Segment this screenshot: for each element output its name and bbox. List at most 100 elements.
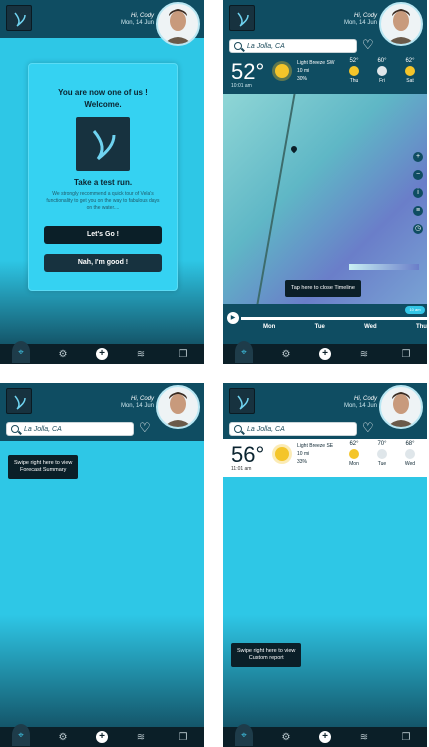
nav-wind[interactable]: ≋: [355, 345, 373, 363]
avatar[interactable]: [156, 2, 200, 46]
search-input[interactable]: La Jolla, CA: [229, 39, 357, 53]
nav-home[interactable]: ⌖: [12, 724, 30, 746]
timeline-track[interactable]: [241, 317, 427, 320]
nav-home[interactable]: ⌖: [235, 724, 253, 746]
visibility-text: 10 mi: [297, 451, 310, 457]
nav-wind[interactable]: ≋: [132, 345, 150, 363]
search-input[interactable]: La Jolla, CA: [229, 422, 357, 436]
forecast-day[interactable]: 62° Sat: [399, 58, 421, 84]
nav-reports[interactable]: ❐: [174, 728, 192, 746]
day-name: Sat: [406, 78, 414, 84]
person-icon: [164, 392, 192, 427]
vela-logo-icon: [237, 12, 249, 27]
current-time: 11:01 am: [231, 466, 252, 472]
location-pin-icon[interactable]: [289, 144, 299, 154]
avatar[interactable]: [379, 385, 423, 429]
top-bar: Hi, Cody Mon, 14 Jun La Jolla, CA ♡: [223, 383, 427, 441]
day-temp: 62°: [405, 58, 415, 64]
nav-reports[interactable]: ❐: [397, 728, 415, 746]
greeting: Hi, Cody: [353, 396, 377, 402]
nav-settings[interactable]: ⚙: [54, 728, 72, 746]
nav-wind[interactable]: ≋: [132, 728, 150, 746]
day-temp: 62°: [349, 441, 359, 447]
nav-home[interactable]: ⌖: [235, 341, 253, 363]
map-legend: [349, 264, 419, 270]
person-icon: [387, 9, 415, 44]
day-temp: 60°: [377, 58, 387, 64]
layers-icon[interactable]: ≡: [413, 206, 423, 216]
nav-add[interactable]: +: [96, 731, 108, 743]
onboarding-screen: Hi, Cody Mon, 14 Jun You are now one of u…: [0, 0, 204, 364]
tooltip-line: Swipe right here to view: [237, 648, 296, 654]
top-bar: Hi, Cody Mon, 14 Jun: [0, 0, 204, 46]
rain-icon: [405, 449, 415, 459]
forecast-tooltip[interactable]: Swipe right here to view Forecast Summar…: [8, 455, 79, 479]
forecast-day[interactable]: 68° Wed: [399, 441, 421, 467]
zoom-in-icon[interactable]: +: [413, 152, 423, 162]
weather-map[interactable]: + − i ≡ ◷ Tap here to close Timeline: [223, 94, 427, 304]
nav-add[interactable]: +: [319, 348, 331, 360]
forecast-day[interactable]: 70° Tue: [371, 441, 393, 467]
custom-report-tooltip[interactable]: Swipe right here to view Custom report: [231, 643, 302, 667]
plus-icon: +: [322, 348, 328, 359]
lets-go-button[interactable]: Let's Go !: [44, 226, 162, 244]
gear-icon: ⚙: [58, 348, 68, 360]
daily-forecast: 62° Mon 70° Tue 68° Wed: [343, 441, 421, 467]
avatar[interactable]: [379, 2, 423, 46]
nav-wind[interactable]: ≋: [355, 728, 373, 746]
bottom-nav: ⌖ ⚙ + ≋ ❐: [223, 341, 427, 364]
nav-add[interactable]: +: [319, 731, 331, 743]
favorite-heart-icon[interactable]: ♡: [362, 421, 374, 435]
day-name: Wed: [404, 461, 416, 467]
play-icon[interactable]: ▶: [227, 312, 239, 324]
card-logo: [76, 117, 130, 171]
forecast-day[interactable]: 62° Mon: [343, 441, 365, 467]
nav-add[interactable]: +: [96, 348, 108, 360]
greeting: Hi, Cody: [130, 13, 154, 19]
nav-settings[interactable]: ⚙: [277, 728, 295, 746]
greeting: Hi, Cody: [130, 396, 154, 402]
background-gradient: [223, 615, 427, 727]
tooltip-line: Forecast Summary: [19, 467, 67, 473]
info-icon[interactable]: i: [413, 188, 423, 198]
timeline-day[interactable]: Wed: [364, 324, 377, 330]
timeline-icon[interactable]: ◷: [413, 224, 423, 234]
day-temp: 70°: [377, 441, 387, 447]
search-input[interactable]: La Jolla, CA: [6, 422, 134, 436]
coastline: [256, 94, 296, 304]
app-logo: [229, 388, 255, 414]
nav-reports[interactable]: ❐: [174, 345, 192, 363]
nav-reports[interactable]: ❐: [397, 345, 415, 363]
wind-text: Light Breeze SE: [297, 443, 334, 449]
day-temp: 68°: [405, 441, 415, 447]
wind-text: Light Breeze SW: [297, 60, 335, 66]
forecast-day[interactable]: 60° Fri: [371, 58, 393, 84]
forecast-day[interactable]: 52° Thu: [343, 58, 365, 84]
tour-description: We strongly recommend a quick tour of Ve…: [46, 191, 160, 211]
timeline-tooltip[interactable]: Tap here to close Timeline: [285, 280, 361, 297]
nav-settings[interactable]: ⚙: [54, 345, 72, 363]
day-temp: 52°: [349, 58, 359, 64]
documents-icon: ❐: [401, 348, 411, 360]
vela-logo-icon: [14, 395, 26, 410]
wind-icon: ≋: [359, 348, 369, 360]
nav-settings[interactable]: ⚙: [277, 345, 295, 363]
partly-cloudy-icon: [377, 449, 387, 459]
date: Mon, 14 Jun: [343, 403, 377, 409]
welcome-subtitle: Welcome.: [84, 100, 122, 109]
date: Mon, 14 Jun: [120, 403, 154, 409]
forecast-tip-screen: Hi, Cody Mon, 14 Jun La Jolla, CA ♡ Swipe…: [0, 383, 204, 747]
timeline-day[interactable]: Tue: [315, 324, 325, 330]
favorite-heart-icon[interactable]: ♡: [139, 421, 151, 435]
favorite-heart-icon[interactable]: ♡: [362, 38, 374, 52]
avatar[interactable]: [156, 385, 200, 429]
nav-home[interactable]: ⌖: [12, 341, 30, 363]
rain-text: 33%: [297, 459, 308, 465]
zoom-out-icon[interactable]: −: [413, 170, 423, 180]
sun-icon: [275, 64, 289, 78]
skip-button[interactable]: Nah, I'm good !: [44, 254, 162, 272]
timeline-day[interactable]: Mon: [263, 324, 275, 330]
timeline[interactable]: ▶ 10 am Mon Tue Wed Thu: [223, 304, 427, 344]
timeline-time-badge: 10 am: [405, 306, 425, 314]
timeline-day[interactable]: Thu: [416, 324, 427, 330]
